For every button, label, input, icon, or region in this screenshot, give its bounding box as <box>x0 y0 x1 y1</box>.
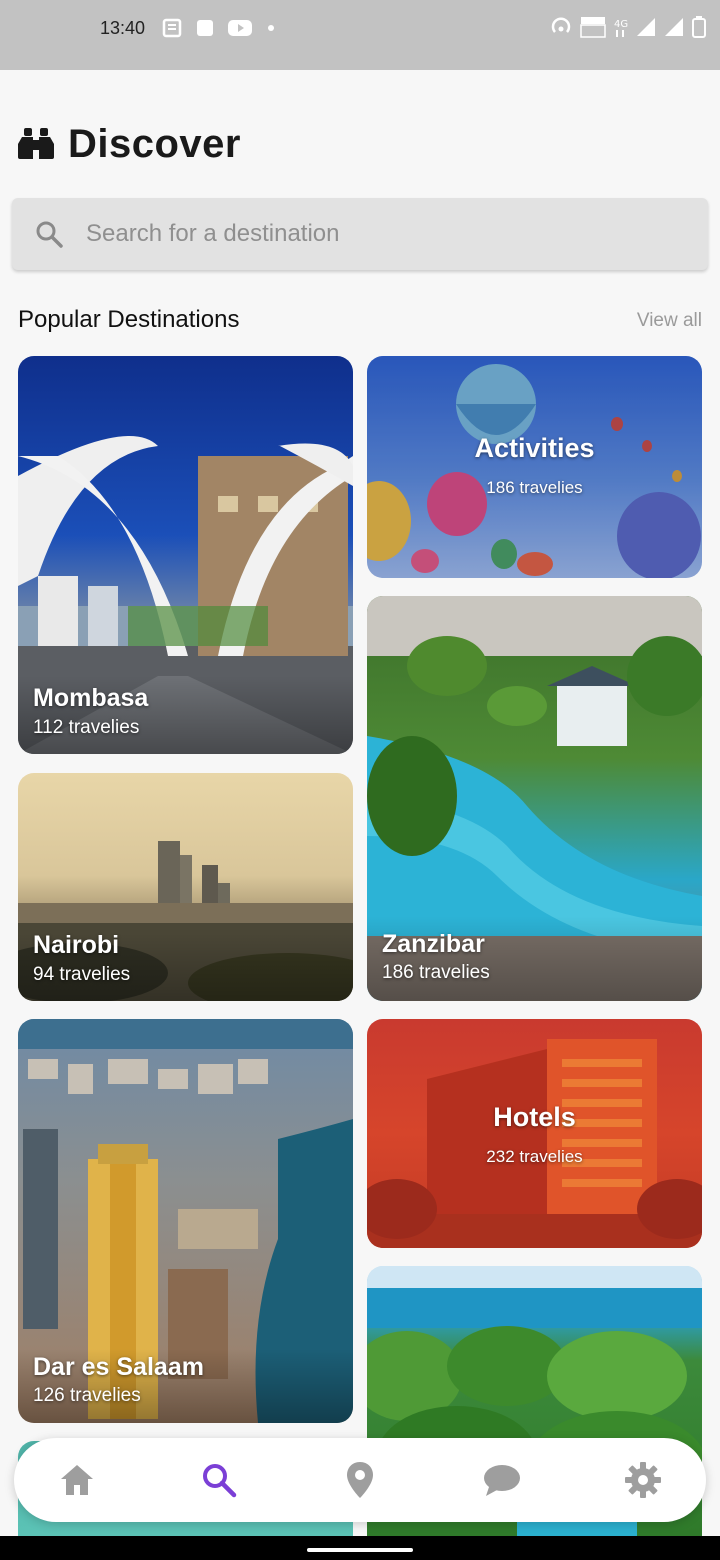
card-title: Hotels <box>493 1102 576 1132</box>
nav-location[interactable] <box>341 1461 379 1499</box>
category-card-activities[interactable]: Activities 186 travelies <box>367 356 702 578</box>
4g-icon: 4G <box>614 19 628 37</box>
square-icon <box>197 20 213 36</box>
signal-icon <box>637 18 655 36</box>
category-card-hotels[interactable]: Hotels 232 travelies <box>367 1019 702 1248</box>
card-count: 232 travelies <box>486 1147 583 1166</box>
status-bar: 13:40 4G <box>0 0 720 70</box>
volte-icon <box>580 17 606 38</box>
page-header: Discover <box>18 118 241 170</box>
card-title: Mombasa <box>33 684 149 712</box>
nav-search[interactable] <box>200 1461 238 1499</box>
card-image <box>367 356 702 578</box>
card-title: Activities <box>474 433 595 463</box>
card-count: 112 travelies <box>33 717 140 738</box>
home-gesture-handle[interactable] <box>307 1548 413 1552</box>
home-icon <box>61 1465 93 1495</box>
card-count: 126 travelies <box>33 1385 141 1406</box>
card-count: 186 travelies <box>382 962 490 983</box>
nav-home[interactable] <box>58 1461 96 1499</box>
destination-card-nairobi[interactable]: Nairobi 94 travelies <box>18 773 353 1001</box>
battery-icon <box>692 16 706 38</box>
page-title: Discover <box>68 121 241 166</box>
youtube-icon <box>228 20 252 36</box>
signal-icon <box>665 18 683 36</box>
dot-icon <box>268 25 274 31</box>
card-image <box>367 1039 702 1248</box>
card-title: Zanzibar <box>382 930 485 958</box>
status-time: 13:40 <box>100 18 146 38</box>
search-icon <box>36 221 63 248</box>
card-count: 94 travelies <box>33 964 131 985</box>
card-count: 186 travelies <box>486 478 583 497</box>
card-title: Nairobi <box>33 931 120 959</box>
destination-card-dar-es-salaam[interactable]: Dar es Salaam 126 travelies <box>18 1019 353 1423</box>
nav-messages[interactable] <box>483 1461 521 1499</box>
bottom-navigation <box>14 1438 706 1522</box>
section-title: Popular Destinations <box>18 306 240 333</box>
view-all-link[interactable]: View all <box>637 310 702 332</box>
location-icon <box>347 1462 373 1498</box>
destination-card-zanzibar[interactable]: Zanzibar 186 travelies <box>367 596 702 1001</box>
news-icon <box>162 18 182 38</box>
binoculars-icon <box>18 128 54 159</box>
settings-icon <box>625 1462 661 1498</box>
svg-text:4G: 4G <box>614 19 628 30</box>
hotspot-icon <box>551 17 571 33</box>
destination-card-mombasa[interactable]: Mombasa 112 travelies <box>18 356 353 754</box>
search-bar[interactable] <box>12 198 708 270</box>
search-icon <box>202 1464 236 1498</box>
search-input[interactable] <box>86 220 708 248</box>
card-title: Dar es Salaam <box>33 1353 204 1381</box>
nav-settings[interactable] <box>624 1461 662 1499</box>
chat-icon <box>483 1465 520 1496</box>
